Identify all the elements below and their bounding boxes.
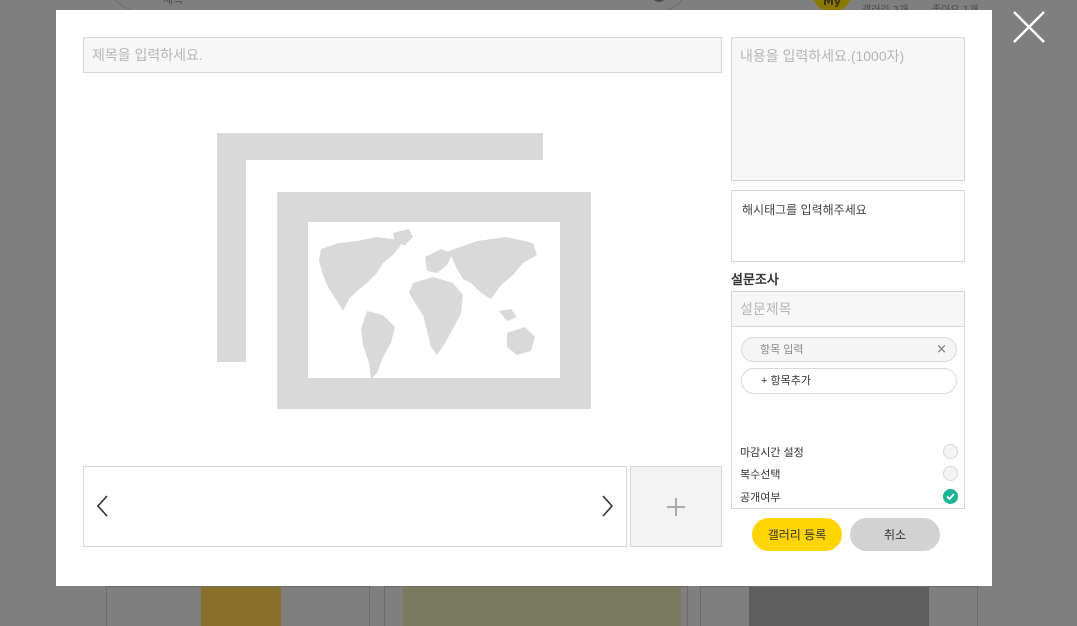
survey-title-input[interactable]	[732, 292, 964, 327]
title-input[interactable]	[83, 37, 722, 73]
background-search-select: 제목	[163, 0, 183, 7]
background-card-image	[749, 587, 929, 626]
background-card-image	[403, 587, 681, 626]
setting-public: 공개여부	[740, 488, 958, 506]
setting-deadline: 마감시간 설정	[740, 443, 958, 461]
public-toggle[interactable]	[943, 489, 958, 504]
add-option-button[interactable]: + 항목추가	[741, 368, 957, 394]
close-icon	[1013, 11, 1045, 43]
survey-option-item: ×	[741, 337, 957, 362]
remove-option-button[interactable]: ×	[936, 342, 947, 357]
cancel-button[interactable]: 취소	[850, 518, 940, 551]
prev-thumbnail-button[interactable]	[96, 494, 110, 518]
survey-option-input[interactable]	[760, 338, 930, 361]
setting-deadline-label: 마감시간 설정	[740, 447, 804, 459]
checkmark-icon	[946, 493, 955, 501]
survey-heading: 설문조사	[731, 272, 779, 287]
gallery-upload-modal: 설문조사 × + 항목추가 마감시간 설정 복수선택 공개여부 갤러리 등록 취…	[56, 10, 992, 586]
background-card	[106, 586, 370, 626]
plus-icon	[667, 498, 685, 516]
setting-public-label: 공개여부	[740, 492, 781, 504]
close-button[interactable]	[1010, 8, 1048, 46]
multiple-choice-toggle[interactable]	[943, 466, 958, 481]
setting-multiple-choice-label: 복수선택	[740, 469, 781, 481]
deadline-toggle[interactable]	[943, 444, 958, 459]
background-card	[700, 586, 978, 626]
hashtag-input[interactable]	[731, 190, 965, 262]
next-thumbnail-button[interactable]	[600, 494, 614, 518]
background-card	[384, 586, 688, 626]
thumbnail-strip	[83, 466, 627, 547]
survey-panel: × + 항목추가 마감시간 설정 복수선택 공개여부	[731, 291, 965, 509]
content-textarea[interactable]	[731, 37, 965, 181]
add-image-button[interactable]	[630, 466, 722, 547]
chevron-left-icon	[96, 495, 108, 517]
chevron-down-icon: ⌄	[220, 0, 229, 1]
background-card-image	[201, 587, 281, 626]
image-gallery-placeholder-icon	[217, 133, 591, 409]
setting-multiple-choice: 복수선택	[740, 465, 958, 483]
chevron-right-icon	[602, 495, 614, 517]
register-gallery-button[interactable]: 갤러리 등록	[752, 518, 842, 551]
